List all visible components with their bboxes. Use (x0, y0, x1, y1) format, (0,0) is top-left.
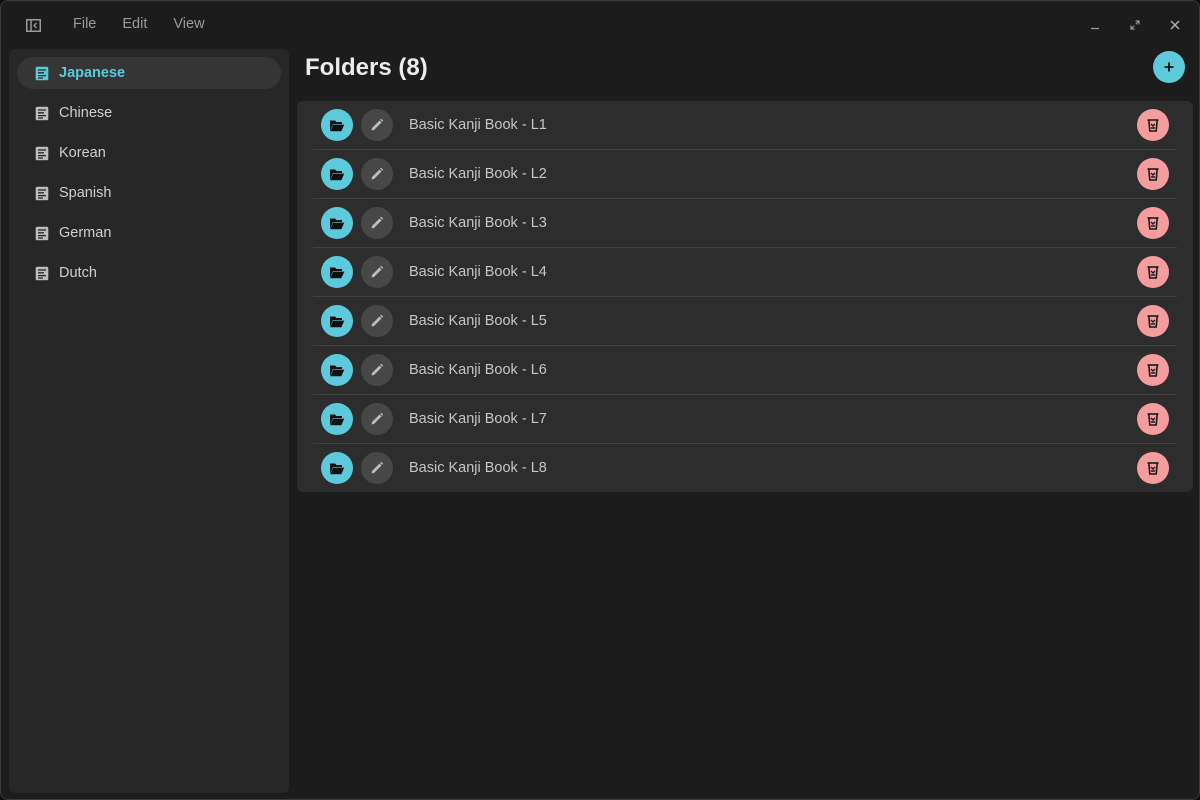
folder-open-icon (329, 266, 345, 279)
folder-name: Basic Kanji Book - L1 (409, 117, 547, 133)
trash-icon (1146, 118, 1160, 132)
folder-open-icon (329, 364, 345, 377)
sidebar-item-spanish[interactable]: Spanish (17, 177, 281, 209)
open-folder-button[interactable] (321, 452, 353, 484)
trash-icon (1146, 216, 1160, 230)
trash-icon (1146, 461, 1160, 475)
sidebar-item-label: Spanish (59, 185, 112, 201)
table-row: Basic Kanji Book - L2 (313, 150, 1177, 199)
edit-folder-button[interactable] (361, 403, 393, 435)
menu-edit[interactable]: Edit (109, 1, 160, 48)
pencil-icon (370, 118, 384, 132)
delete-folder-button[interactable] (1137, 452, 1169, 484)
delete-folder-button[interactable] (1137, 354, 1169, 386)
title-bar: File Edit View (1, 1, 1199, 48)
delete-folder-button[interactable] (1137, 256, 1169, 288)
document-icon (34, 105, 49, 121)
pencil-icon (370, 461, 384, 475)
edit-folder-button[interactable] (361, 256, 393, 288)
sidebar-item-chinese[interactable]: Chinese (17, 97, 281, 129)
folder-list: Basic Kanji Book - L1 Basic Kanji Book - … (297, 101, 1193, 492)
menu-file[interactable]: File (59, 1, 109, 48)
trash-icon (1146, 314, 1160, 328)
menu-bar: File Edit View (59, 1, 218, 48)
document-icon (34, 145, 49, 161)
folder-name: Basic Kanji Book - L7 (409, 411, 547, 427)
trash-icon (1146, 167, 1160, 181)
table-row: Basic Kanji Book - L1 (313, 101, 1177, 150)
sidebar-item-dutch[interactable]: Dutch (17, 257, 281, 289)
edit-folder-button[interactable] (361, 354, 393, 386)
sidebar-item-label: Korean (59, 145, 106, 161)
open-folder-button[interactable] (321, 403, 353, 435)
table-row: Basic Kanji Book - L4 (313, 248, 1177, 297)
plus-icon (1164, 62, 1174, 72)
sidebar-item-label: Chinese (59, 105, 113, 121)
trash-icon (1146, 265, 1160, 279)
delete-folder-button[interactable] (1137, 207, 1169, 239)
minimize-icon[interactable] (1075, 1, 1115, 48)
document-icon (34, 65, 49, 81)
delete-folder-button[interactable] (1137, 403, 1169, 435)
folder-open-icon (329, 315, 345, 328)
pencil-icon (370, 363, 384, 377)
app-window: File Edit View Japanese Chinese Korean S… (0, 0, 1200, 800)
folder-open-icon (329, 217, 345, 230)
delete-folder-button[interactable] (1137, 305, 1169, 337)
sidebar-item-korean[interactable]: Korean (17, 137, 281, 169)
open-folder-button[interactable] (321, 109, 353, 141)
edit-folder-button[interactable] (361, 109, 393, 141)
folder-name: Basic Kanji Book - L3 (409, 215, 547, 231)
window-controls (1075, 1, 1199, 48)
folder-name: Basic Kanji Book - L6 (409, 362, 547, 378)
sidebar-toggle-icon[interactable] (25, 17, 41, 33)
edit-folder-button[interactable] (361, 207, 393, 239)
delete-folder-button[interactable] (1137, 109, 1169, 141)
trash-icon (1146, 412, 1160, 426)
table-row: Basic Kanji Book - L5 (313, 297, 1177, 346)
document-icon (34, 265, 49, 281)
folder-open-icon (329, 119, 345, 132)
sidebar: Japanese Chinese Korean Spanish German D… (9, 49, 289, 793)
folder-open-icon (329, 413, 345, 426)
table-row: Basic Kanji Book - L3 (313, 199, 1177, 248)
table-row: Basic Kanji Book - L7 (313, 395, 1177, 444)
open-folder-button[interactable] (321, 305, 353, 337)
pencil-icon (370, 265, 384, 279)
table-row: Basic Kanji Book - L8 (313, 444, 1177, 493)
folder-open-icon (329, 168, 345, 181)
sidebar-item-label: Dutch (59, 265, 97, 281)
folder-name: Basic Kanji Book - L5 (409, 313, 547, 329)
open-folder-button[interactable] (321, 207, 353, 239)
trash-icon (1146, 363, 1160, 377)
sidebar-item-label: Japanese (59, 65, 126, 81)
table-row: Basic Kanji Book - L6 (313, 346, 1177, 395)
folder-open-icon (329, 462, 345, 475)
edit-folder-button[interactable] (361, 158, 393, 190)
edit-folder-button[interactable] (361, 305, 393, 337)
sidebar-item-label: German (59, 225, 112, 241)
add-folder-button[interactable] (1153, 51, 1185, 83)
folder-name: Basic Kanji Book - L4 (409, 264, 547, 280)
folder-name: Basic Kanji Book - L8 (409, 460, 547, 476)
folder-name: Basic Kanji Book - L2 (409, 166, 547, 182)
document-icon (34, 185, 49, 201)
page-title: Folders (8) (305, 54, 428, 81)
sidebar-item-german[interactable]: German (17, 217, 281, 249)
open-folder-button[interactable] (321, 256, 353, 288)
pencil-icon (370, 216, 384, 230)
pencil-icon (370, 412, 384, 426)
menu-view[interactable]: View (160, 1, 217, 48)
open-folder-button[interactable] (321, 354, 353, 386)
document-icon (34, 225, 49, 241)
edit-folder-button[interactable] (361, 452, 393, 484)
maximize-icon[interactable] (1115, 1, 1155, 48)
open-folder-button[interactable] (321, 158, 353, 190)
close-icon[interactable] (1155, 1, 1195, 48)
pencil-icon (370, 167, 384, 181)
pencil-icon (370, 314, 384, 328)
delete-folder-button[interactable] (1137, 158, 1169, 190)
sidebar-item-japanese[interactable]: Japanese (17, 57, 281, 89)
